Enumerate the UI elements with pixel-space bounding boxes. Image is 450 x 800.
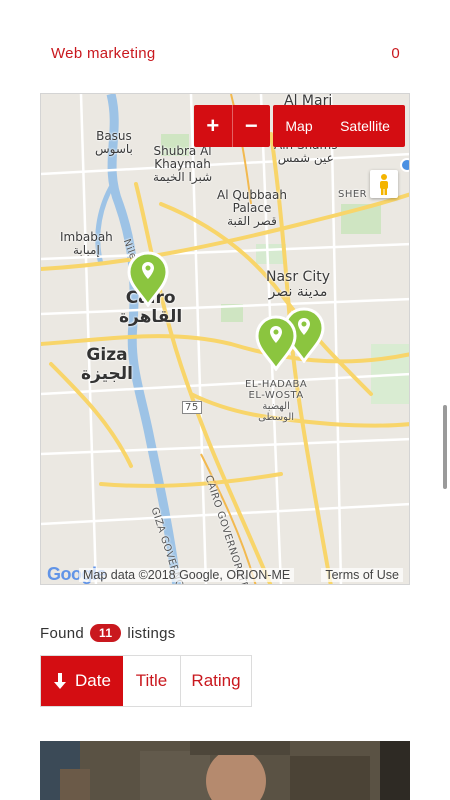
zoom-controls: + − xyxy=(194,105,270,147)
map-type-map-button[interactable]: Map xyxy=(273,105,325,147)
listings-found-summary: Found 11 listings xyxy=(40,622,176,644)
listings-map[interactable]: Al Marj Basus باسوس Shubra Al Khaymah شب… xyxy=(40,93,410,585)
street-view-pegman[interactable] xyxy=(370,170,398,198)
listing-marker-cairo[interactable] xyxy=(126,251,170,307)
category-count: 0 xyxy=(391,44,400,62)
map-type-satellite-button[interactable]: Satellite xyxy=(325,105,405,147)
map-label-qubbaah: Al Qubbaah Palace قصر القبة xyxy=(217,188,287,228)
listing-marker-nasr-west[interactable] xyxy=(254,315,298,371)
sort-controls: Date Title Rating xyxy=(40,655,252,707)
found-label: Found xyxy=(40,624,85,642)
sort-by-date-button[interactable]: Date xyxy=(41,656,123,706)
map-label-imbabah: Imbabah إمبابة xyxy=(60,230,113,257)
category-row-web-marketing[interactable]: Web marketing 0 xyxy=(40,36,410,70)
sort-date-label: Date xyxy=(75,671,111,690)
listing-thumbnail-image[interactable] xyxy=(40,741,410,800)
map-label-sher: SHER xyxy=(338,189,368,200)
listings-count-badge: 11 xyxy=(90,624,122,642)
map-attribution-bar: Google Map data ©2018 Google, ORION-ME T… xyxy=(41,564,409,584)
zoom-out-button[interactable]: − xyxy=(231,105,271,147)
pegman-icon xyxy=(380,174,388,195)
sort-by-title-button[interactable]: Title xyxy=(123,656,181,706)
arrow-down-icon xyxy=(53,673,67,689)
map-label-nasr-city: Nasr City مدينة نصر xyxy=(266,269,330,300)
zoom-in-button[interactable]: + xyxy=(194,105,232,147)
map-base-tiles xyxy=(41,94,409,584)
category-name: Web marketing xyxy=(51,44,156,62)
map-label-basus: Basus باسوس xyxy=(95,129,133,156)
map-label-shubra: Shubra Al Khaymah شبرا الخيمة xyxy=(153,144,213,184)
map-type-controls: Map Satellite xyxy=(273,105,405,147)
listings-suffix: listings xyxy=(127,624,176,642)
sort-by-rating-button[interactable]: Rating xyxy=(181,656,251,706)
page-scrollbar[interactable] xyxy=(443,405,447,489)
map-label-el-hadaba: EL-HADABA EL-WOSTA الهضبة الوسطى xyxy=(245,379,308,423)
map-label-road-75: 75 xyxy=(182,401,202,414)
terms-of-use-link[interactable]: Terms of Use xyxy=(321,568,403,582)
listing-photo xyxy=(40,741,410,800)
map-data-attribution: Map data ©2018 Google, ORION-ME xyxy=(79,568,295,582)
map-label-giza: Giza الجيزة xyxy=(81,345,134,384)
